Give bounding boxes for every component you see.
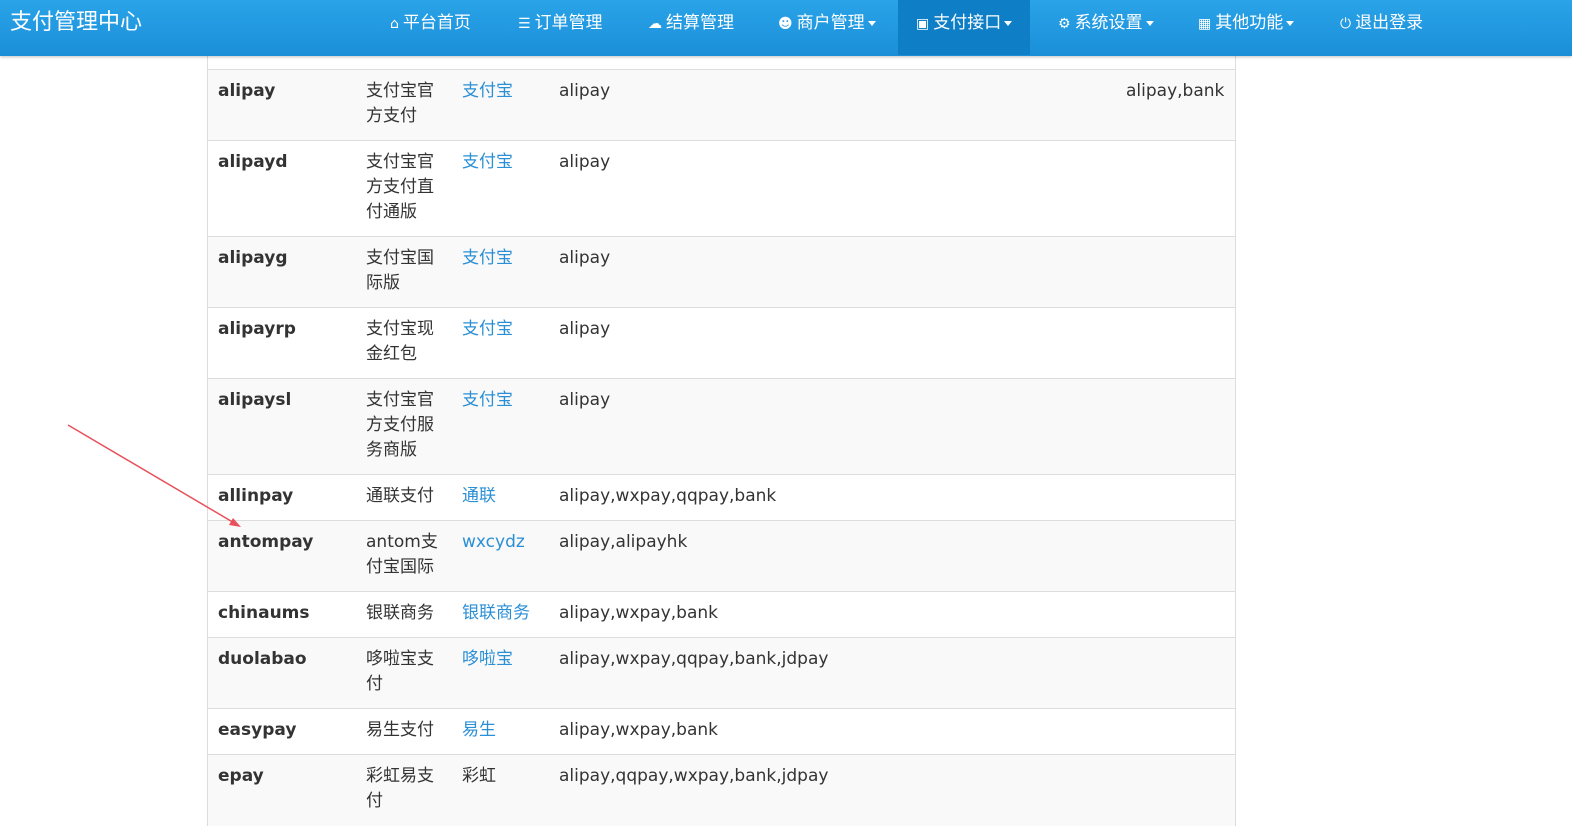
- plugin-author-link[interactable]: 支付宝: [462, 388, 513, 413]
- nav-merchants-label: 商户管理: [796, 13, 865, 33]
- plugin-pay-types: alipay,alipayhk: [559, 532, 688, 552]
- plugin-author: 彩虹: [462, 766, 496, 786]
- plugin-code: antompay: [218, 532, 314, 552]
- cloud-icon: ☁: [648, 16, 662, 32]
- plugin-name: 银联商务: [366, 603, 434, 623]
- user-icon: ☻: [778, 16, 793, 32]
- plugin-name: 支付宝现金红包: [366, 319, 434, 364]
- plugin-code: epay: [218, 766, 264, 786]
- nav-home-label: 平台首页: [402, 13, 471, 33]
- credit-card-icon: ▣: [916, 16, 930, 32]
- table-row: epay 彩虹易支付 彩虹 alipay,qqpay,wxpay,bank,jd…: [208, 755, 1235, 826]
- plugin-code: duolabao: [218, 649, 307, 669]
- chevron-down-icon: [1004, 20, 1013, 26]
- plugin-pay-types: alipay: [559, 390, 611, 410]
- plugin-code: allinpay: [218, 486, 294, 506]
- plugin-pay-types: alipay,wxpay,bank: [559, 603, 719, 623]
- nav-payment-interfaces-label: 支付接口: [933, 13, 1002, 33]
- plugin-pay-types: alipay: [559, 248, 611, 268]
- plugin-name: 通联支付: [366, 486, 434, 506]
- plugin-author-link[interactable]: 支付宝: [462, 246, 513, 271]
- plugin-name: 支付宝国际版: [366, 248, 434, 293]
- table-row: alipayrp 支付宝现金红包 支付宝 alipay: [208, 308, 1235, 379]
- nav-other-functions[interactable]: ▦ 其他功能: [1198, 0, 1295, 46]
- plugin-author-link[interactable]: wxcydz: [462, 530, 525, 555]
- plugin-code: alipay: [218, 81, 276, 101]
- chevron-down-icon: [867, 20, 876, 26]
- nav-settlement-label: 结算管理: [666, 13, 734, 33]
- plugin-name: 彩虹易支付: [366, 766, 434, 811]
- table-row: alipayg 支付宝国际版 支付宝 alipay: [208, 237, 1235, 308]
- cube-icon: ▦: [1198, 16, 1212, 32]
- power-icon: ⏻: [1340, 16, 1352, 32]
- plugin-code: alipayd: [218, 152, 288, 172]
- plugin-code: alipaysl: [218, 390, 292, 410]
- plugin-pay-types: alipay,wxpay,qqpay,bank: [559, 486, 777, 506]
- plugin-code: chinaums: [218, 603, 310, 623]
- nav-payment-interfaces[interactable]: ▣ 支付接口: [898, 0, 1031, 55]
- plugin-name: 易生支付: [366, 720, 434, 740]
- chevron-down-icon: [1145, 20, 1154, 26]
- home-icon: ⌂: [390, 16, 399, 32]
- plugin-name: 支付宝官方支付: [366, 81, 434, 126]
- table-row: alipayd 支付宝官方支付直付通版 支付宝 alipay: [208, 141, 1235, 237]
- nav-other-functions-label: 其他功能: [1215, 13, 1284, 33]
- plugin-code: alipayrp: [218, 319, 296, 339]
- table-row: easypay 易生支付 易生 alipay,wxpay,bank: [208, 709, 1235, 755]
- table-row: alipaysl 支付宝官方支付服务商版 支付宝 alipay: [208, 379, 1235, 475]
- nav-home[interactable]: ⌂ 平台首页: [390, 0, 471, 46]
- plugin-author-link[interactable]: 支付宝: [462, 79, 513, 104]
- plugin-author-link[interactable]: 支付宝: [462, 317, 513, 342]
- plugin-pay-types: alipay: [559, 81, 611, 101]
- table-row: allinpay 通联支付 通联 alipay,wxpay,qqpay,bank: [208, 475, 1235, 521]
- list-icon: ☰: [518, 16, 531, 32]
- nav-system-settings-label: 系统设置: [1074, 13, 1143, 33]
- plugin-author-link[interactable]: 哆啦宝: [462, 647, 513, 672]
- nav-orders-label: 订单管理: [534, 13, 603, 33]
- brand-title[interactable]: 支付管理中心: [10, 0, 142, 46]
- plugin-name: 支付宝官方支付直付通版: [366, 152, 434, 222]
- table-row: duolabao 哆啦宝支付 哆啦宝 alipay,wxpay,qqpay,ba…: [208, 638, 1235, 709]
- table-row: chinaums 银联商务 银联商务 alipay,wxpay,bank: [208, 592, 1235, 638]
- nav-merchants[interactable]: ☻ 商户管理: [778, 0, 876, 46]
- plugin-pay-types: alipay,qqpay,wxpay,bank,jdpay: [559, 766, 829, 786]
- plugin-author-link[interactable]: 通联: [462, 484, 496, 509]
- nav-logout-label: 退出登录: [1355, 13, 1424, 33]
- nav-settlement[interactable]: ☁ 结算管理: [648, 0, 734, 46]
- plugin-pay-types: alipay: [559, 152, 611, 172]
- nav-orders[interactable]: ☰ 订单管理: [518, 0, 603, 46]
- plugin-pay-types: alipay,wxpay,qqpay,bank,jdpay: [559, 649, 829, 669]
- plugin-name: 支付宝官方支付服务商版: [366, 390, 434, 460]
- table-row: antompay antom支付宝国际 wxcydz alipay,alipay…: [208, 521, 1235, 592]
- plugin-pay-types: alipay: [559, 319, 611, 339]
- plugin-name: antom支付宝国际: [366, 532, 438, 577]
- top-navbar: 支付管理中心 ⌂ 平台首页 ☰ 订单管理 ☁ 结算管理 ☻ 商户管理 ▣ 支付接口 ⚙ 系统…: [0, 0, 1572, 56]
- table-row: alipay 支付宝官方支付 支付宝 alipay alipay,bank: [208, 70, 1235, 141]
- plugin-author-link[interactable]: 银联商务: [462, 601, 530, 626]
- nav-system-settings[interactable]: ⚙ 系统设置: [1058, 0, 1154, 46]
- plugin-code: easypay: [218, 720, 297, 740]
- chevron-down-icon: [1286, 20, 1295, 26]
- plugin-pay-types: alipay,wxpay,bank: [559, 720, 719, 740]
- plugin-name: 哆啦宝支付: [366, 649, 434, 694]
- gear-icon: ⚙: [1058, 16, 1071, 32]
- plugin-transfer-types: alipay,bank: [1126, 81, 1225, 101]
- nav-logout[interactable]: ⏻ 退出登录: [1340, 0, 1423, 46]
- plugin-author-link[interactable]: 易生: [462, 718, 496, 743]
- table-top-strip: [208, 56, 1235, 70]
- plugin-table: alipay 支付宝官方支付 支付宝 alipay alipay,bank al…: [207, 56, 1236, 826]
- plugin-author-link[interactable]: 支付宝: [462, 150, 513, 175]
- plugin-code: alipayg: [218, 248, 288, 268]
